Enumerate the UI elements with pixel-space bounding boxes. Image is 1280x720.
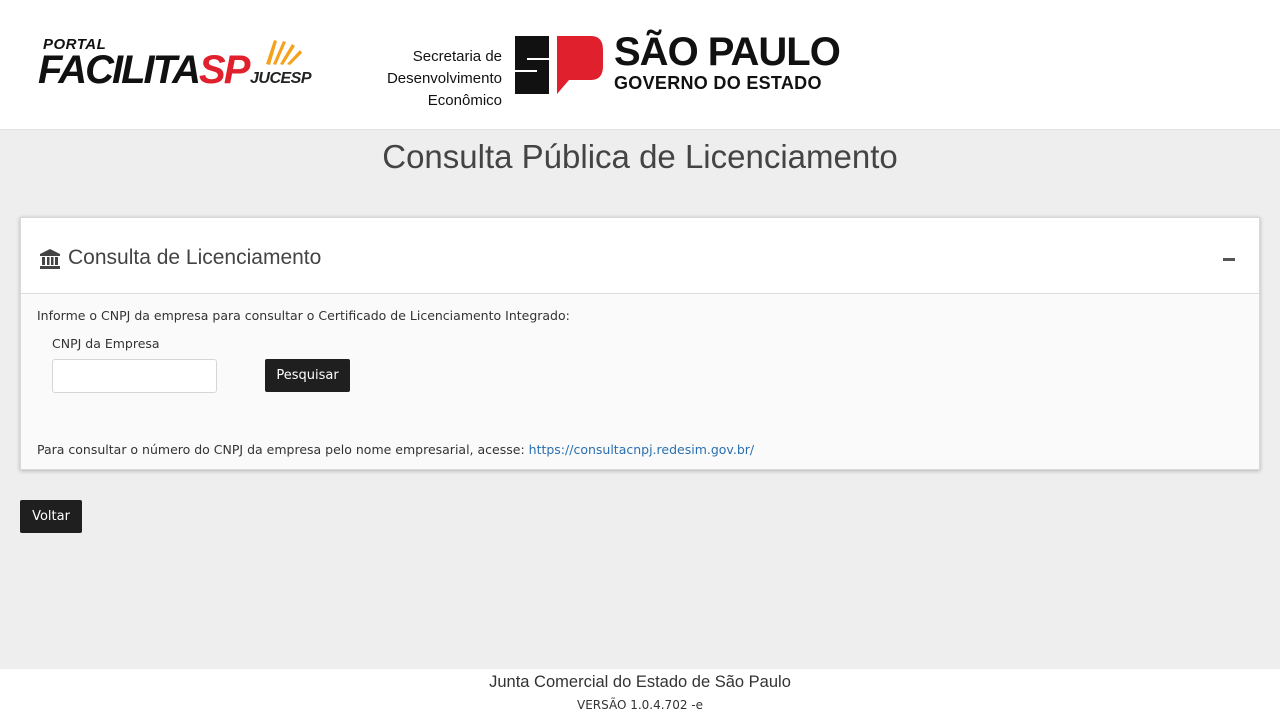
panel-title: Consulta de Licenciamento <box>68 246 322 269</box>
panel-header: Consulta de Licenciamento <box>21 218 1259 294</box>
cnpj-field-label: CNPJ da Empresa <box>52 336 160 351</box>
search-button[interactable]: Pesquisar <box>265 359 350 392</box>
jucesp-logo[interactable]: JUCESP <box>250 36 312 91</box>
sp-state-mark-icon <box>515 36 603 94</box>
portal-logo-wordmark: FACILITASP <box>38 48 250 93</box>
secretaria-line1: Secretaria de <box>412 48 502 65</box>
page-title: Consulta Pública de Licenciamento <box>382 138 898 175</box>
instruction-text: Informe o CNPJ da empresa para consultar… <box>37 308 570 323</box>
jucesp-rays-icon <box>266 40 302 65</box>
collapse-panel-button[interactable] <box>1217 246 1241 270</box>
back-button[interactable]: Voltar <box>20 500 82 533</box>
cnpj-input[interactable] <box>52 359 217 393</box>
portal-logo-accent: SP <box>199 48 250 92</box>
footnote: Para consultar o número do CNPJ da empre… <box>37 442 754 457</box>
footnote-text: Para consultar o número do CNPJ da empre… <box>37 442 529 457</box>
licenciamento-panel: Consulta de Licenciamento Informe o CNPJ… <box>20 217 1260 470</box>
portal-facilita-sp-logo[interactable]: PORTAL FACILITASP <box>38 36 250 98</box>
governo-sp-logo[interactable]: SÃO PAULO GOVERNO DO ESTADO <box>614 30 841 94</box>
secretaria-logo: Secretaria de Desenvolvimento Econômico <box>318 46 502 112</box>
consulta-cnpj-link[interactable]: https://consultacnpj.redesim.gov.br/ <box>529 442 754 457</box>
portal-logo-word: FACILITA <box>38 48 201 92</box>
site-footer: Junta Comercial do Estado de São Paulo V… <box>0 669 1280 720</box>
site-header: PORTAL FACILITASP JUCESP Secretaria de D… <box>0 0 1280 130</box>
secretaria-line2: Desenvolvimento Econômico <box>386 70 502 109</box>
footer-org-name: Junta Comercial do Estado de São Paulo <box>489 673 791 691</box>
minus-icon <box>1223 258 1235 261</box>
footer-version: VERSÃO 1.0.4.702 -e <box>576 698 703 712</box>
bank-icon <box>40 249 60 269</box>
governo-logo-subtitle: GOVERNO DO ESTADO <box>614 73 822 93</box>
jucesp-logo-text: JUCESP <box>250 70 312 87</box>
governo-logo-title: SÃO PAULO <box>614 30 841 74</box>
